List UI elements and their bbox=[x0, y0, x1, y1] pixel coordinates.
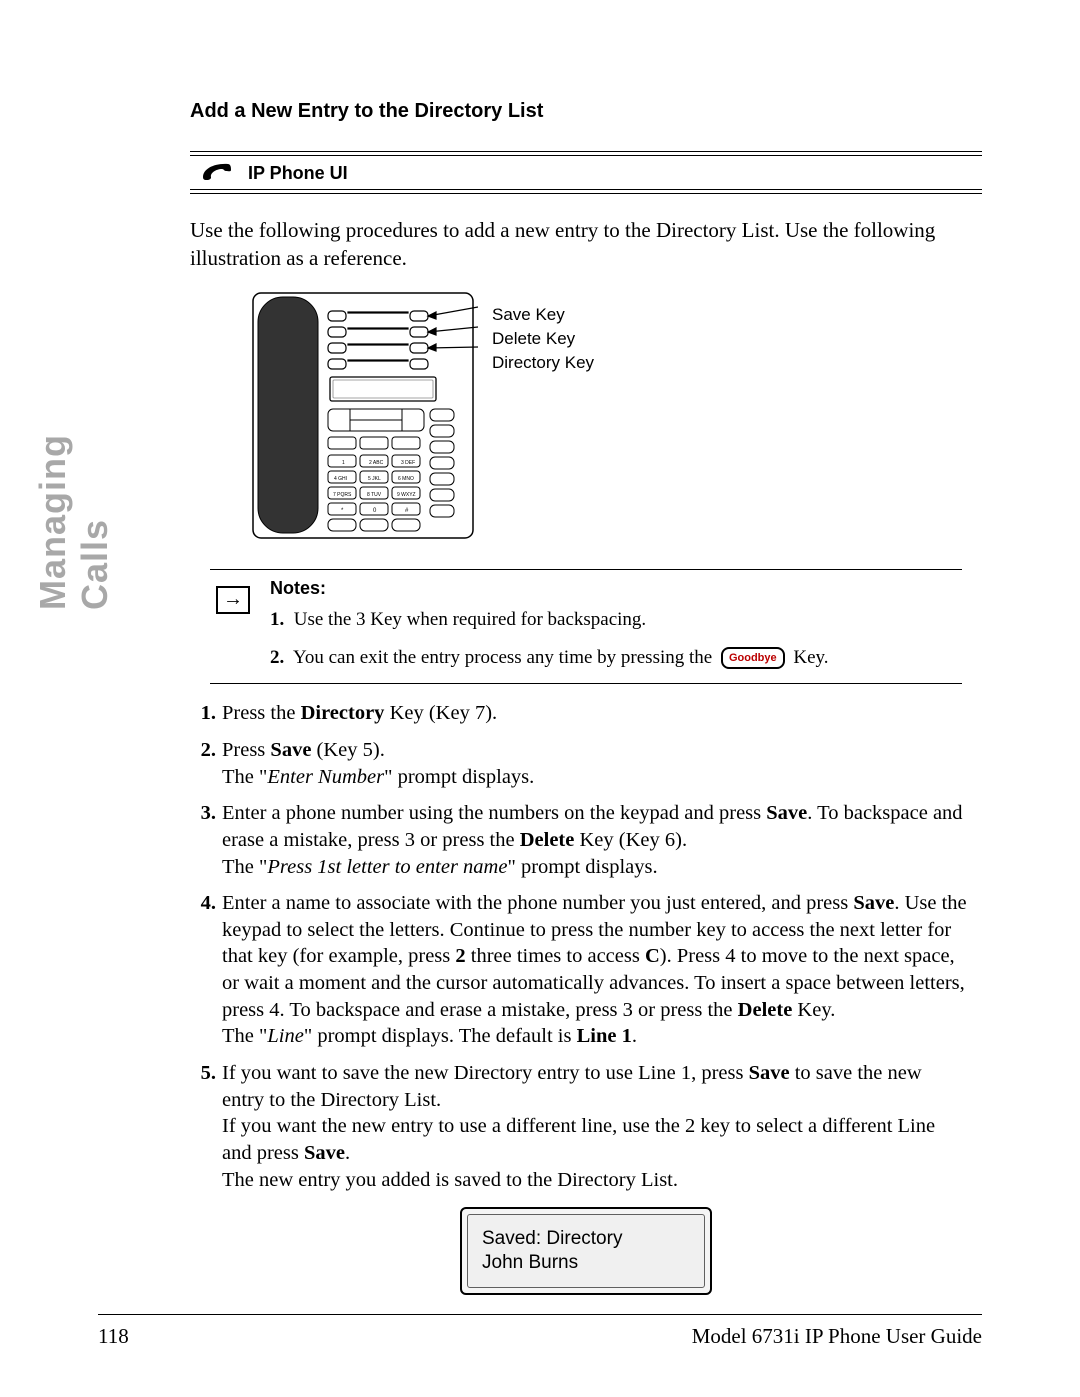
phone-illustration: 1 2 ABC 3 DEF 4 GHI 5 JKL 6 MNO 7 PQRS 8… bbox=[248, 283, 982, 549]
callout-labels: Save Key Delete Key Directory Key bbox=[492, 305, 594, 373]
svg-text:1: 1 bbox=[342, 460, 345, 466]
ip-phone-ui-bar: IP Phone UI bbox=[190, 151, 982, 194]
notes-block: → Notes: 1. Use the 3 Key when required … bbox=[210, 569, 962, 685]
step-5: 5. If you want to save the new Directory… bbox=[190, 1060, 968, 1193]
note-item-1: 1. Use the 3 Key when required for backs… bbox=[270, 609, 962, 631]
svg-text:7 PQRS: 7 PQRS bbox=[333, 492, 352, 498]
svg-text:8 TUV: 8 TUV bbox=[367, 492, 382, 498]
callout-delete: Delete Key bbox=[492, 329, 594, 349]
svg-text:3 DEF: 3 DEF bbox=[401, 460, 415, 466]
page: Managing Calls Add a New Entry to the Di… bbox=[0, 0, 1080, 1397]
notes-heading: Notes: bbox=[270, 578, 962, 599]
svg-text:5 JKL: 5 JKL bbox=[368, 476, 381, 482]
intro-text: Use the following procedures to add a ne… bbox=[190, 216, 982, 273]
step-4: 4. Enter a name to associate with the ph… bbox=[190, 890, 968, 1050]
step-1: 1. Press the Directory Key (Key 7). bbox=[190, 700, 968, 727]
note-item-2: 2. You can exit the entry process any ti… bbox=[270, 647, 962, 670]
procedure-steps: 1. Press the Directory Key (Key 7). 2. P… bbox=[190, 700, 968, 1193]
callout-save: Save Key bbox=[492, 305, 594, 325]
lcd-line-2: John Burns bbox=[482, 1251, 690, 1275]
page-number: 118 bbox=[98, 1324, 129, 1349]
section-title: Add a New Entry to the Directory List bbox=[190, 100, 982, 123]
side-tab: Managing Calls bbox=[32, 350, 72, 610]
step-3: 3. Enter a phone number using the number… bbox=[190, 800, 968, 880]
svg-text:4 GHI: 4 GHI bbox=[334, 476, 347, 482]
svg-text:2 ABC: 2 ABC bbox=[369, 460, 384, 466]
page-footer: 118 Model 6731i IP Phone User Guide bbox=[98, 1324, 982, 1349]
lcd-line-1: Saved: Directory bbox=[482, 1227, 690, 1251]
phone-drawing: 1 2 ABC 3 DEF 4 GHI 5 JKL 6 MNO 7 PQRS 8… bbox=[248, 283, 478, 549]
phone-receiver-icon bbox=[200, 161, 234, 185]
callout-directory: Directory Key bbox=[492, 353, 594, 373]
lcd-display: Saved: Directory John Burns bbox=[460, 1207, 712, 1295]
svg-text:9 WXYZ: 9 WXYZ bbox=[397, 492, 416, 498]
goodbye-key-icon: Goodbye bbox=[721, 647, 785, 669]
svg-text:6 MNO: 6 MNO bbox=[398, 476, 414, 482]
side-tab-label: Managing Calls bbox=[32, 350, 116, 610]
ip-phone-ui-label: IP Phone UI bbox=[248, 163, 348, 183]
arrow-right-icon: → bbox=[216, 586, 250, 614]
step-2: 2. Press Save (Key 5). The "Enter Number… bbox=[190, 737, 968, 790]
footer-rule bbox=[98, 1314, 982, 1315]
doc-title: Model 6731i IP Phone User Guide bbox=[692, 1324, 982, 1349]
